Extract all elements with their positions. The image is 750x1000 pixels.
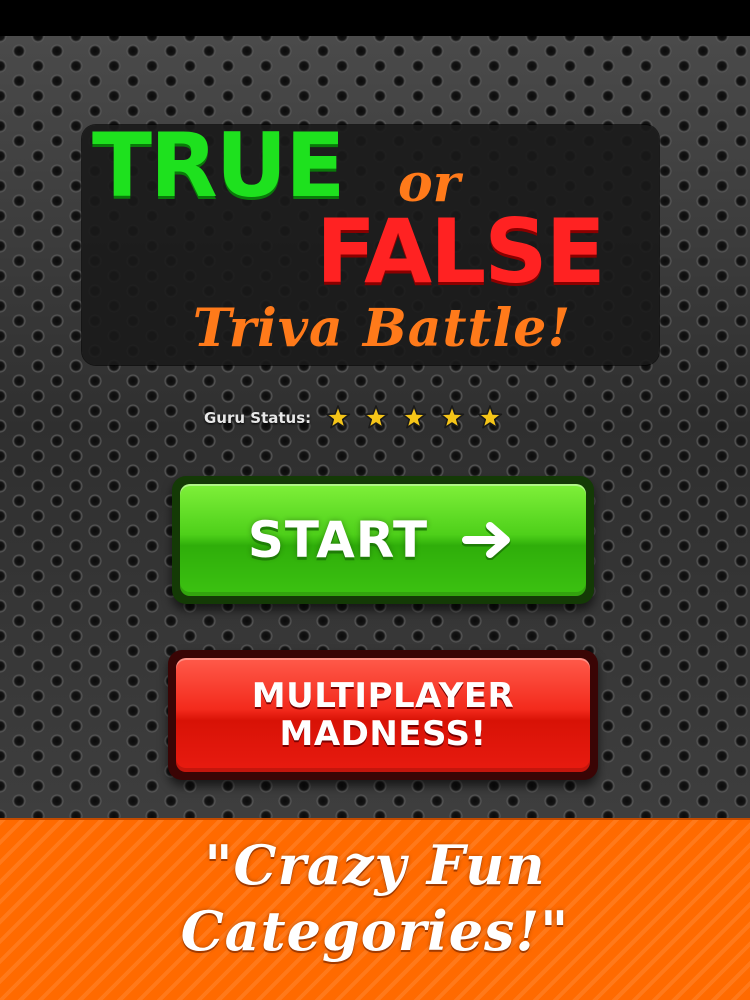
star-icon — [477, 405, 503, 429]
multiplayer-button-line2: MADNESS! — [279, 714, 487, 754]
promo-banner-line1: "Crazy Fun — [204, 833, 546, 897]
guru-status-label: Guru Status: — [204, 409, 312, 427]
multiplayer-button-line1: MULTIPLAYER — [251, 676, 515, 716]
star-icon — [401, 405, 427, 429]
star-icon — [325, 405, 351, 429]
start-button-face[interactable]: START — [180, 484, 586, 596]
title-subtitle: Triva Battle! — [192, 298, 572, 359]
title-false: FALSE — [316, 200, 606, 303]
promo-banner-line2: Categories!" — [180, 899, 570, 963]
arrow-right-icon — [462, 522, 511, 560]
start-button[interactable]: START — [172, 476, 594, 604]
top-bar — [0, 0, 750, 36]
guru-status: Guru Status: — [204, 405, 503, 431]
promo-banner-text: "Crazy Fun Categories!" — [0, 832, 750, 964]
game-screen: TRUE or FALSE Triva Battle! Guru Status:… — [0, 0, 750, 1000]
start-button-label: START — [247, 511, 429, 569]
star-icon — [439, 405, 465, 429]
title-true: TRUE — [92, 114, 345, 217]
multiplayer-button[interactable]: MULTIPLAYER MADNESS! — [168, 650, 598, 780]
multiplayer-button-face[interactable]: MULTIPLAYER MADNESS! — [176, 658, 590, 772]
star-icon — [363, 405, 389, 429]
guru-stars — [325, 405, 503, 431]
